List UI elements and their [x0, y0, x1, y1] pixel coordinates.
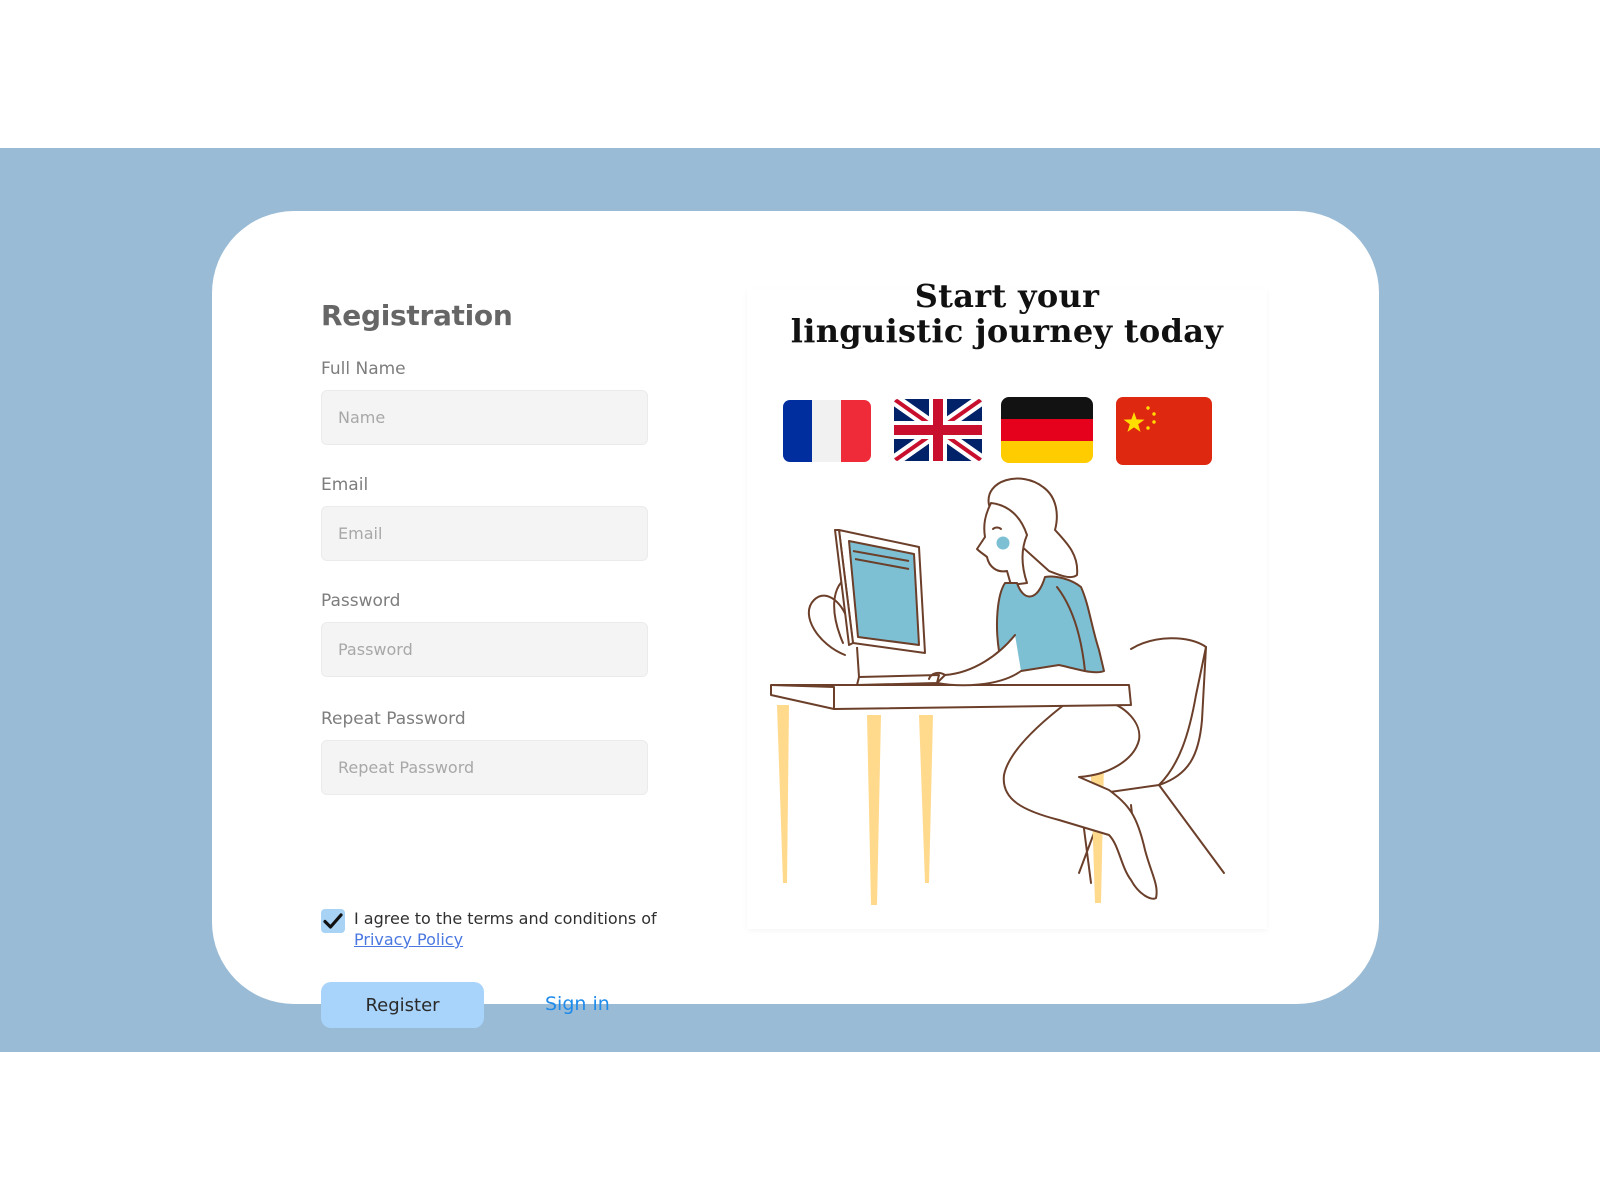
password-input[interactable]	[321, 622, 648, 677]
password-label: Password	[321, 591, 401, 611]
repeat-password-input[interactable]	[321, 740, 648, 795]
email-field-group: Email	[321, 474, 648, 561]
promo-panel: Start your linguistic journey today	[747, 279, 1267, 929]
registration-card: Registration Full Name Email Password Re…	[212, 211, 1379, 1028]
full-name-label: Full Name	[321, 359, 406, 379]
terms-agreement: I agree to the terms and conditions of P…	[321, 908, 661, 952]
promo-headline: Start your linguistic journey today	[747, 279, 1267, 349]
france-flag-icon	[783, 400, 871, 462]
full-name-field-group: Full Name	[321, 358, 648, 445]
page-title: Registration	[321, 299, 513, 332]
germany-flag-icon	[1001, 397, 1093, 463]
register-button[interactable]: Register	[321, 982, 484, 1028]
uk-flag-icon	[894, 399, 982, 461]
headline-line-1: Start your	[914, 277, 1100, 315]
sign-in-link[interactable]: Sign in	[545, 993, 610, 1015]
full-name-input[interactable]	[321, 390, 648, 445]
terms-checkbox[interactable]	[321, 909, 345, 933]
terms-text: I agree to the terms and conditions of	[354, 909, 657, 928]
registration-form: Registration Full Name Email Password Re…	[321, 296, 657, 1028]
repeat-password-label: Repeat Password	[321, 709, 466, 729]
privacy-policy-link[interactable]: Privacy Policy	[354, 930, 463, 949]
china-flag-icon	[1116, 397, 1212, 465]
terms-text-block: I agree to the terms and conditions of P…	[354, 908, 664, 950]
checkmark-icon	[323, 913, 343, 929]
email-label: Email	[321, 475, 369, 495]
repeat-password-field-group: Repeat Password	[321, 708, 648, 795]
headline-line-2: linguistic journey today	[790, 312, 1224, 350]
email-input[interactable]	[321, 506, 648, 561]
password-field-group: Password	[321, 590, 648, 677]
woman-at-computer-illustration	[770, 477, 1225, 905]
